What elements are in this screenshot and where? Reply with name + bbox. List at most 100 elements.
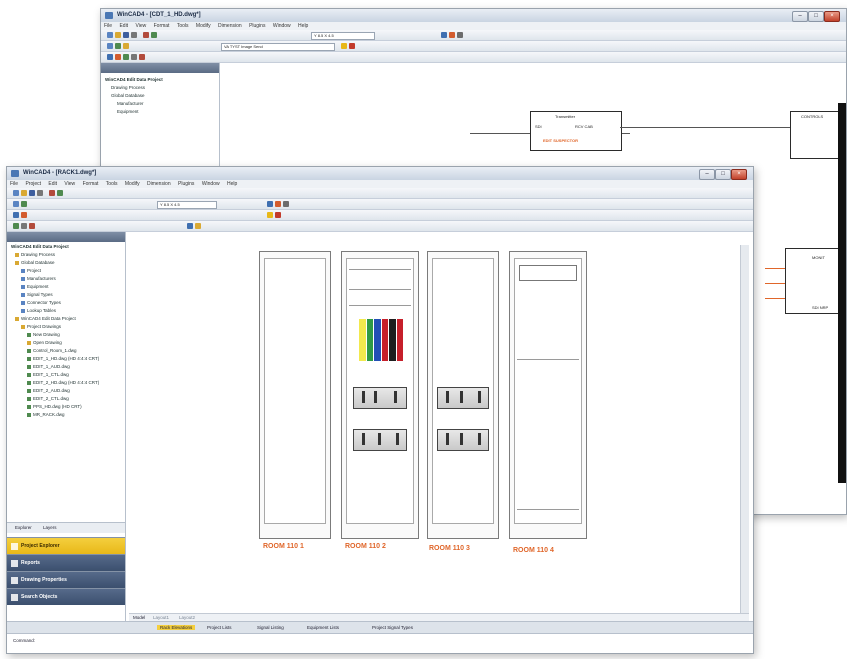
dim-icon[interactable] [21, 223, 27, 229]
rack-device[interactable] [353, 387, 407, 409]
back-tree-item[interactable]: Global Database [111, 93, 145, 98]
menu-format[interactable]: Format [83, 181, 99, 187]
tree-item[interactable]: Open Drawing [27, 340, 62, 345]
tree-item[interactable]: WinCAD4 Edit Data Project [11, 244, 69, 249]
insert-icon[interactable] [187, 223, 193, 229]
open-icon[interactable] [21, 190, 27, 196]
drawing-canvas[interactable]: ROOM 110 1 ROOM 110 2 ROOM 110 3 ROOM 11… [129, 245, 749, 613]
tree-item[interactable]: Global Database [15, 260, 55, 265]
draw-icon[interactable] [13, 212, 19, 218]
new-icon[interactable] [107, 32, 113, 38]
menu-dimension[interactable]: Dimension [147, 181, 171, 187]
warning-icon[interactable] [267, 212, 273, 218]
menu-view[interactable]: View [135, 23, 146, 29]
tree-item[interactable]: Manufacturers [21, 276, 56, 281]
tab-layout1[interactable]: Layout1 [153, 615, 169, 620]
minimize-button[interactable]: – [792, 11, 808, 22]
maximize-button[interactable]: □ [715, 169, 731, 180]
hatch-icon[interactable] [115, 54, 121, 60]
menu-modify[interactable]: Modify [125, 181, 140, 187]
arc-icon[interactable] [21, 201, 27, 207]
line-icon[interactable] [13, 201, 19, 207]
tree-item[interactable]: Connector Types [21, 300, 61, 305]
tab-project-lists[interactable]: Project Lists [207, 625, 232, 630]
tab-layout2[interactable]: Layout2 [179, 615, 195, 620]
menu-dimension[interactable]: Dimension [218, 23, 242, 29]
grid-icon[interactable] [457, 32, 463, 38]
warning-icon[interactable] [341, 43, 347, 49]
rack-elevation-2[interactable] [341, 251, 419, 539]
snap-icon[interactable] [449, 32, 455, 38]
tree-item[interactable]: EDIT_1_AUD.dwg [27, 364, 70, 369]
menu-tools[interactable]: Tools [106, 181, 118, 187]
tree-item[interactable]: WinCAD4 Edit Data Project [15, 316, 76, 321]
menu-modify[interactable]: Modify [196, 23, 211, 29]
delete-icon[interactable] [349, 43, 355, 49]
tree-item[interactable]: EDIT_2_AUD.dwg [27, 388, 70, 393]
rack-device[interactable] [353, 429, 407, 451]
rack-elevation-4[interactable] [509, 251, 587, 539]
layer-icon[interactable] [267, 201, 273, 207]
rack-elevation-1[interactable] [259, 251, 331, 539]
tab-rack-elevations[interactable]: Rack Elevations [157, 625, 196, 630]
menu-plugins[interactable]: Plugins [249, 23, 265, 29]
tab-model[interactable]: Model [133, 615, 145, 620]
back-tree-item[interactable]: Drawing Process [111, 85, 145, 90]
menu-edit[interactable]: Edit [48, 181, 57, 187]
layer-icon[interactable] [441, 32, 447, 38]
grid-icon[interactable] [283, 201, 289, 207]
menu-edit[interactable]: Edit [119, 23, 128, 29]
delete-icon[interactable] [275, 212, 281, 218]
menu-help[interactable]: Help [227, 181, 237, 187]
tree-item[interactable]: Project [21, 268, 41, 273]
rack-device[interactable] [437, 387, 489, 409]
tree-item[interactable]: Drawing Process [15, 252, 55, 257]
tree-item[interactable]: EDIT_2_CTL.dwg [27, 396, 69, 401]
save-icon[interactable] [29, 190, 35, 196]
measure-icon[interactable] [195, 223, 201, 229]
menu-window[interactable]: Window [202, 181, 220, 187]
menu-format[interactable]: Format [154, 23, 170, 29]
hatch-icon[interactable] [21, 212, 27, 218]
dim-icon[interactable] [131, 54, 137, 60]
draw-icon[interactable] [107, 54, 113, 60]
menu-project[interactable]: Project [25, 181, 41, 187]
line-icon[interactable] [107, 43, 113, 49]
close-button[interactable]: × [731, 169, 747, 180]
tree-item[interactable]: EDIT_1_HD.dwg (HD 4:4:4 CRT) [27, 356, 99, 361]
tab-signal-listing[interactable]: Signal Listing [257, 625, 284, 630]
tree-item[interactable]: PPS_HD.dwg (HD CRT) [27, 404, 82, 409]
tab-equipment-lists[interactable]: Equipment Lists [307, 625, 339, 630]
menu-file[interactable]: File [104, 23, 112, 29]
tree-item[interactable]: Signal Types [21, 292, 53, 297]
copy-icon[interactable] [57, 190, 63, 196]
nav-project-explorer[interactable]: Project Explorer [7, 537, 125, 554]
maximize-button[interactable]: □ [808, 11, 824, 22]
front-window-titlebar[interactable]: WinCAD4 - [RACK1.dwg*] – □ × [7, 167, 753, 181]
vertical-scrollbar[interactable] [740, 245, 749, 613]
tab-layers[interactable]: Layers [43, 525, 57, 530]
rack-elevation-3[interactable] [427, 251, 499, 539]
tab-project-signal-types[interactable]: Project Signal Types [372, 625, 413, 630]
close-button[interactable]: × [824, 11, 840, 22]
save-icon[interactable] [123, 32, 129, 38]
tree-item[interactable]: EDIT_2_HD.dwg (HD 4:4:4 CRT) [27, 380, 99, 385]
menu-tools[interactable]: Tools [177, 23, 189, 29]
back-tree-item[interactable]: Equipment [117, 109, 139, 114]
cut-icon[interactable] [143, 32, 149, 38]
nav-drawing-properties[interactable]: Drawing Properties [7, 571, 125, 588]
print-icon[interactable] [37, 190, 43, 196]
command-line[interactable]: Command: [7, 633, 753, 653]
tree-item[interactable]: MR_RACK.dwg [27, 412, 65, 417]
text-icon[interactable] [123, 54, 129, 60]
tree-item[interactable]: New Drawing [27, 332, 60, 337]
block-icon[interactable] [139, 54, 145, 60]
menu-file[interactable]: File [10, 181, 18, 187]
tree-item[interactable]: EDIT_1_CTL.dwg [27, 372, 69, 377]
block-icon[interactable] [29, 223, 35, 229]
text-icon[interactable] [13, 223, 19, 229]
nav-search-objects[interactable]: Search Objects [7, 588, 125, 605]
tree-item[interactable]: Lookup Tables [21, 308, 56, 313]
back-window-titlebar[interactable]: WinCAD4 - [CDT_1_HD.dwg*] – □ × [101, 9, 846, 23]
snap-icon[interactable] [275, 201, 281, 207]
